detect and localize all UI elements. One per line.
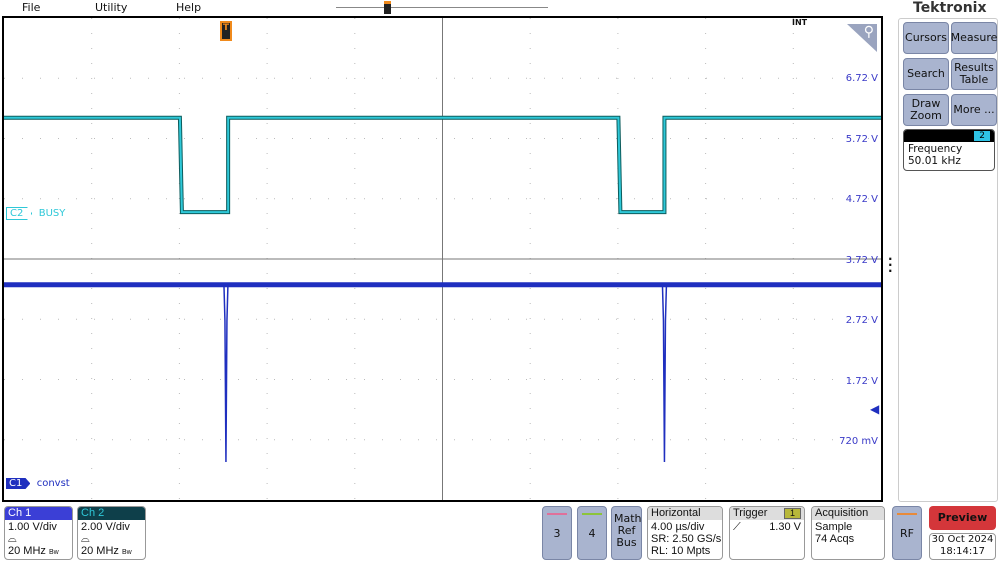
c2-tag: C2: [6, 207, 33, 220]
rf-button[interactable]: RF: [892, 506, 922, 560]
ch1-bw: 20 MHz: [8, 545, 46, 557]
measure-value: 50.01 kHz: [908, 155, 961, 167]
acquisition-count: 74 Acqs: [815, 533, 855, 545]
side-button-measure[interactable]: Measure: [951, 22, 997, 54]
side-button-more[interactable]: More ...: [951, 94, 997, 126]
trigger-badge[interactable]: Trigger 1 ⟋ 1.30 V: [729, 506, 805, 560]
measurement-badge-frequency[interactable]: 2 Frequency 50.01 kHz: [903, 129, 995, 171]
voltage-label: 6.72 V: [845, 73, 878, 84]
more-options-handle[interactable]: · · ·: [888, 253, 893, 277]
ch4-button[interactable]: 4: [577, 506, 607, 560]
ch2-title: Ch 2: [78, 507, 145, 520]
horizontal-scale: 4.00 µs/div: [651, 521, 705, 533]
record-view-bar[interactable]: [336, 7, 548, 8]
waveform-canvas: [4, 18, 881, 500]
ch1-badge[interactable]: Ch 1 1.00 V/div ⌓ 20 MHz Bw: [4, 506, 73, 560]
side-button-draw-zoom[interactable]: Draw Zoom: [903, 94, 949, 126]
voltage-label: 4.72 V: [845, 194, 878, 205]
trigger-level: 1.30 V: [769, 521, 801, 533]
acquisition-title: Acquisition: [812, 507, 884, 520]
menu-help[interactable]: Help: [176, 1, 201, 14]
horizontal-record-length: RL: 10 Mpts: [651, 545, 711, 557]
horizontal-title: Horizontal: [648, 507, 722, 520]
coupling-icon: ⌓: [8, 533, 17, 545]
trigger-title: Trigger: [733, 507, 768, 519]
c1-name: convst: [36, 478, 70, 489]
side-button-cursors[interactable]: Cursors: [903, 22, 949, 54]
ch1-spike: [661, 284, 668, 462]
coupling-icon: ⌓: [81, 533, 90, 545]
voltage-label: 1.72 V: [845, 375, 878, 387]
brand-logo: Tektronix: [913, 0, 987, 16]
ch2-scale: 2.00 V/div: [81, 521, 130, 533]
int-label: INT: [792, 18, 808, 27]
c2-label[interactable]: C2 BUSY: [6, 207, 66, 220]
preview-button[interactable]: Preview: [929, 506, 996, 530]
acquisition-badge[interactable]: Acquisition Sample 74 Acqs: [811, 506, 885, 560]
bw-limit-icon: Bw: [121, 549, 132, 556]
acquisition-mode: Sample: [815, 521, 853, 533]
trigger-level-marker[interactable]: ◀: [870, 402, 879, 416]
horizontal-sample-rate: SR: 2.50 GS/s: [651, 533, 722, 545]
voltage-label: 2.72 V: [845, 315, 878, 326]
voltage-label: 3.72 V: [845, 254, 878, 266]
trigger-position-marker[interactable]: T: [220, 21, 232, 41]
ch3-button[interactable]: 3: [542, 506, 572, 560]
side-panel: [898, 18, 998, 502]
ch1-title: Ch 1: [5, 507, 72, 520]
c1-label[interactable]: C1 convst: [6, 478, 70, 489]
time: 18:14:17: [940, 546, 985, 557]
ch1-spike: [223, 284, 229, 462]
voltage-label: 5.72 V: [845, 133, 878, 145]
measure-name: Frequency: [908, 143, 963, 155]
c1-tag: C1: [6, 478, 31, 489]
rising-edge-icon: ⟋: [733, 521, 741, 533]
measure-channel: 2: [974, 131, 990, 141]
waveform-display[interactable]: INT ⚲ 6.72 V 5.72 V 4.72 V 3.72 V 2.72 V 1.72…: [2, 16, 883, 502]
c2-name: BUSY: [38, 208, 66, 219]
side-button-search[interactable]: Search: [903, 58, 949, 90]
ch2-bw: 20 MHz: [81, 545, 119, 557]
math-ref-bus-button[interactable]: Math Ref Bus: [611, 506, 642, 560]
datetime[interactable]: 30 Oct 2024 18:14:17: [929, 533, 996, 560]
bw-limit-icon: Bw: [48, 549, 59, 556]
date: 30 Oct 2024: [931, 534, 994, 545]
record-position-marker[interactable]: [384, 1, 391, 14]
menu-file[interactable]: File: [22, 1, 40, 14]
horizontal-badge[interactable]: Horizontal 4.00 µs/div SR: 2.50 GS/s RL: 1…: [647, 506, 723, 560]
menu-utility[interactable]: Utility: [95, 1, 127, 14]
ch2-badge[interactable]: Ch 2 2.00 V/div ⌓ 20 MHz Bw: [77, 506, 146, 560]
ch1-scale: 1.00 V/div: [8, 521, 57, 533]
voltage-label: 720 mV: [839, 436, 878, 447]
side-button-results-table[interactable]: Results Table: [951, 58, 997, 90]
trigger-source: 1: [783, 508, 801, 519]
